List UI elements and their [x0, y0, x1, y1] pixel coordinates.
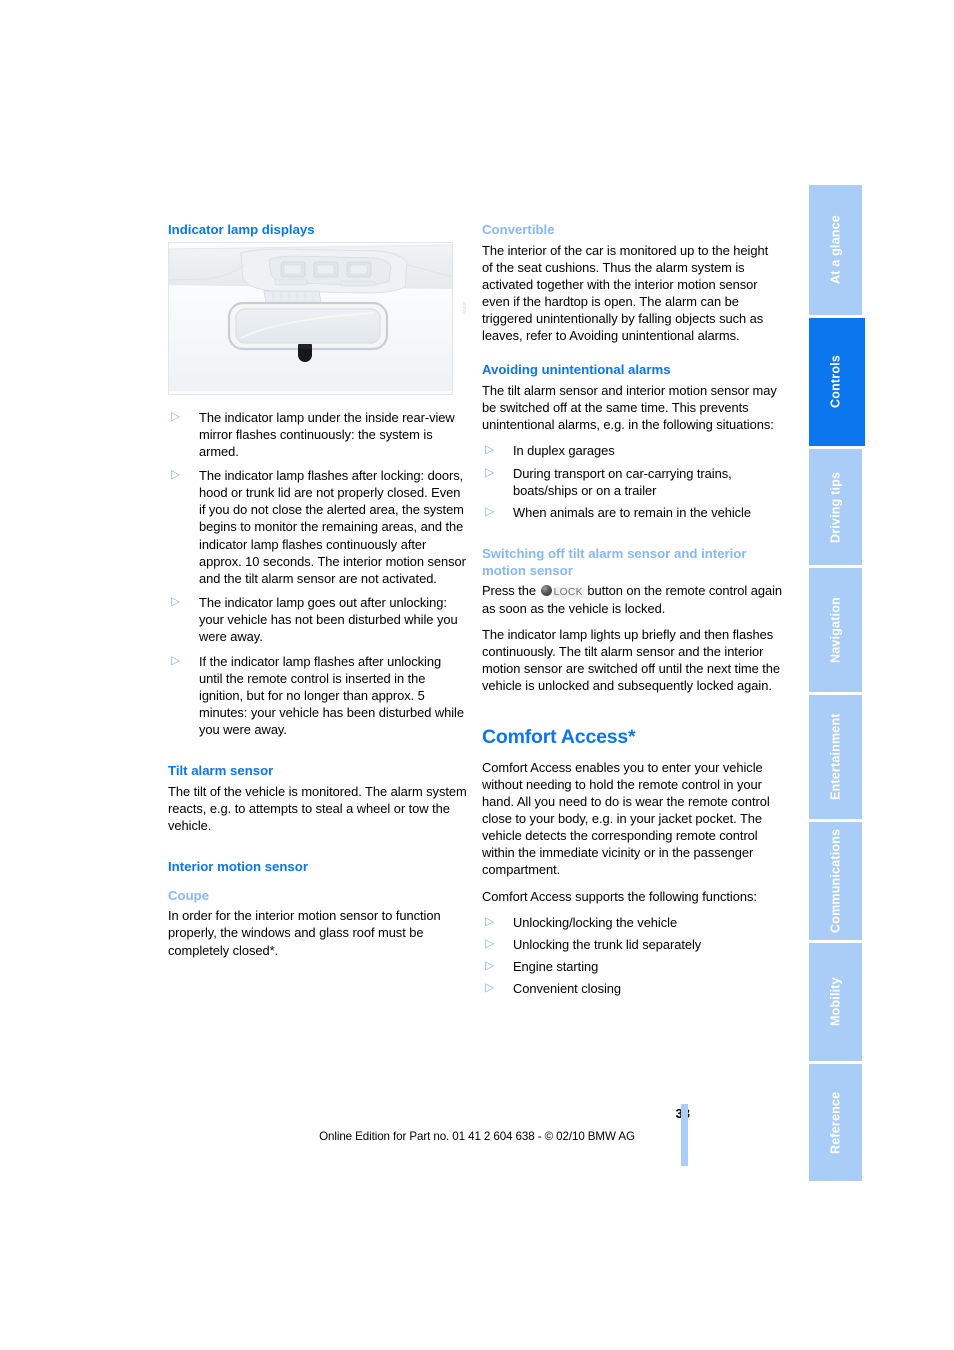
triangle-bullet-icon: ▷	[485, 935, 495, 950]
triangle-bullet-icon: ▷	[485, 980, 495, 995]
tab-label: Entertainment	[828, 713, 843, 801]
tab-controls[interactable]: Controls	[809, 318, 865, 446]
heading-switching-off-sensors: Switching off tilt alarm sensor and inte…	[482, 546, 747, 578]
list-item: ▷ Unlocking the trunk lid separately	[482, 936, 782, 953]
triangle-bullet-icon: ▷	[485, 503, 495, 518]
tab-label: Mobility	[828, 977, 843, 1027]
press-prefix-text: Press the	[482, 583, 537, 599]
list-item-text: When animals are to remain in the vehicl…	[513, 504, 751, 520]
list-item-text: Convenient closing	[513, 981, 622, 997]
triangle-bullet-icon: ▷	[485, 958, 495, 973]
tab-driving-tips[interactable]: Driving tips	[809, 449, 865, 565]
heading-indicator-lamp-displays: Indicator lamp displays	[168, 222, 315, 237]
illustration-watermark: BMW	[462, 301, 467, 314]
rear-view-mirror-illustration: BMW	[168, 241, 468, 395]
list-item: ▷ In duplex garages	[482, 442, 782, 459]
tab-entertainment[interactable]: Entertainment	[809, 695, 865, 819]
list-item-text: In duplex garages	[513, 443, 615, 459]
tab-label: Reference	[828, 1091, 843, 1154]
avoiding-alarms-body: The tilt alarm sensor and interior motio…	[482, 382, 777, 433]
lock-button-icon	[540, 585, 552, 597]
indicator-lamp-bullet-list: ▷ The indicator lamp under the inside re…	[168, 409, 468, 739]
list-item: ▷ If the indicator lamp flashes after un…	[168, 653, 468, 739]
list-item: ▷ The indicator lamp flashes after locki…	[168, 467, 468, 587]
tab-mobility[interactable]: Mobility	[809, 943, 865, 1061]
list-item: ▷ Engine starting	[482, 958, 782, 975]
tab-label: At a glance	[828, 215, 843, 285]
list-item-text: Unlocking/locking the vehicle	[513, 914, 678, 930]
tab-label: Controls	[828, 355, 843, 409]
section-tab-rail: At a glance Controls Driving tips Naviga…	[809, 185, 865, 1181]
switching-off-body: The indicator lamp lights up briefly and…	[482, 626, 781, 694]
heading-comfort-access: Comfort Access*	[482, 725, 636, 748]
comfort-access-bullet-list: ▷ Unlocking/locking the vehicle ▷ Unlock…	[482, 914, 782, 998]
mirror-drawing	[169, 242, 452, 394]
list-item: ▷ Convenient closing	[482, 980, 782, 997]
list-item: ▷ The indicator lamp goes out after unlo…	[168, 594, 468, 645]
tab-label: Communications	[828, 828, 843, 934]
comfort-access-body-2: Comfort Access supports the following fu…	[482, 888, 757, 904]
heading-interior-motion-sensor: Interior motion sensor	[168, 859, 308, 875]
convertible-body: The interior of the car is monitored up …	[482, 242, 769, 344]
heading-tilt-alarm-sensor: Tilt alarm sensor	[168, 763, 274, 779]
tab-label: Navigation	[828, 597, 843, 663]
triangle-bullet-icon: ▷	[171, 652, 181, 667]
list-item-text: The indicator lamp flashes after locking…	[199, 467, 466, 586]
triangle-bullet-icon: ▷	[485, 464, 495, 479]
tilt-alarm-sensor-body: The tilt of the vehicle is monitored. Th…	[168, 783, 467, 834]
list-item: ▷ When animals are to remain in the vehi…	[482, 504, 782, 521]
list-item-text: The indicator lamp under the inside rear…	[199, 409, 455, 459]
switching-off-press-instruction: Press the LOCK button on the remote cont…	[482, 582, 782, 617]
tab-reference[interactable]: Reference	[809, 1064, 865, 1181]
right-text-column: Convertible The interior of the car is m…	[482, 222, 782, 1006]
triangle-bullet-icon: ▷	[171, 408, 181, 423]
list-item-text: The indicator lamp goes out after unlock…	[199, 595, 458, 645]
heading-avoiding-unintentional-alarms: Avoiding unintentional alarms	[482, 362, 671, 378]
avoiding-alarms-bullet-list: ▷ In duplex garages ▷ During transport o…	[482, 442, 782, 521]
footer-edition-note: Online Edition for Part no. 01 41 2 604 …	[319, 1130, 635, 1143]
page-number: 33	[0, 1106, 690, 1121]
list-item-text: Engine starting	[513, 959, 599, 975]
heading-convertible: Convertible	[482, 222, 555, 237]
tab-at-a-glance[interactable]: At a glance	[809, 185, 865, 315]
tab-communications[interactable]: Communications	[809, 822, 865, 940]
triangle-bullet-icon: ▷	[171, 594, 181, 609]
coupe-body: In order for the interior motion sensor …	[168, 908, 441, 958]
list-item: ▷ The indicator lamp under the inside re…	[168, 409, 468, 460]
left-text-column: Indicator lamp displays BMW ▷ The indica…	[168, 222, 468, 959]
list-item: ▷ Unlocking/locking the vehicle	[482, 914, 782, 931]
tab-label: Driving tips	[828, 471, 843, 543]
list-item: ▷ During transport on car-carrying train…	[482, 465, 782, 499]
lock-button-label: LOCK	[552, 587, 584, 599]
list-item-text: During transport on car-carrying trains,…	[513, 465, 732, 498]
comfort-access-body-1: Comfort Access enables you to enter your…	[482, 759, 770, 878]
triangle-bullet-icon: ▷	[485, 442, 495, 457]
manual-page: At a glance Controls Driving tips Naviga…	[0, 0, 954, 1350]
heading-coupe: Coupe	[168, 887, 210, 903]
triangle-bullet-icon: ▷	[171, 466, 181, 481]
triangle-bullet-icon: ▷	[485, 913, 495, 928]
illustration-frame	[168, 241, 453, 395]
list-item-text: Unlocking the trunk lid separately	[513, 936, 702, 952]
list-item-text: If the indicator lamp flashes after unlo…	[199, 653, 464, 738]
tab-navigation[interactable]: Navigation	[809, 568, 865, 692]
